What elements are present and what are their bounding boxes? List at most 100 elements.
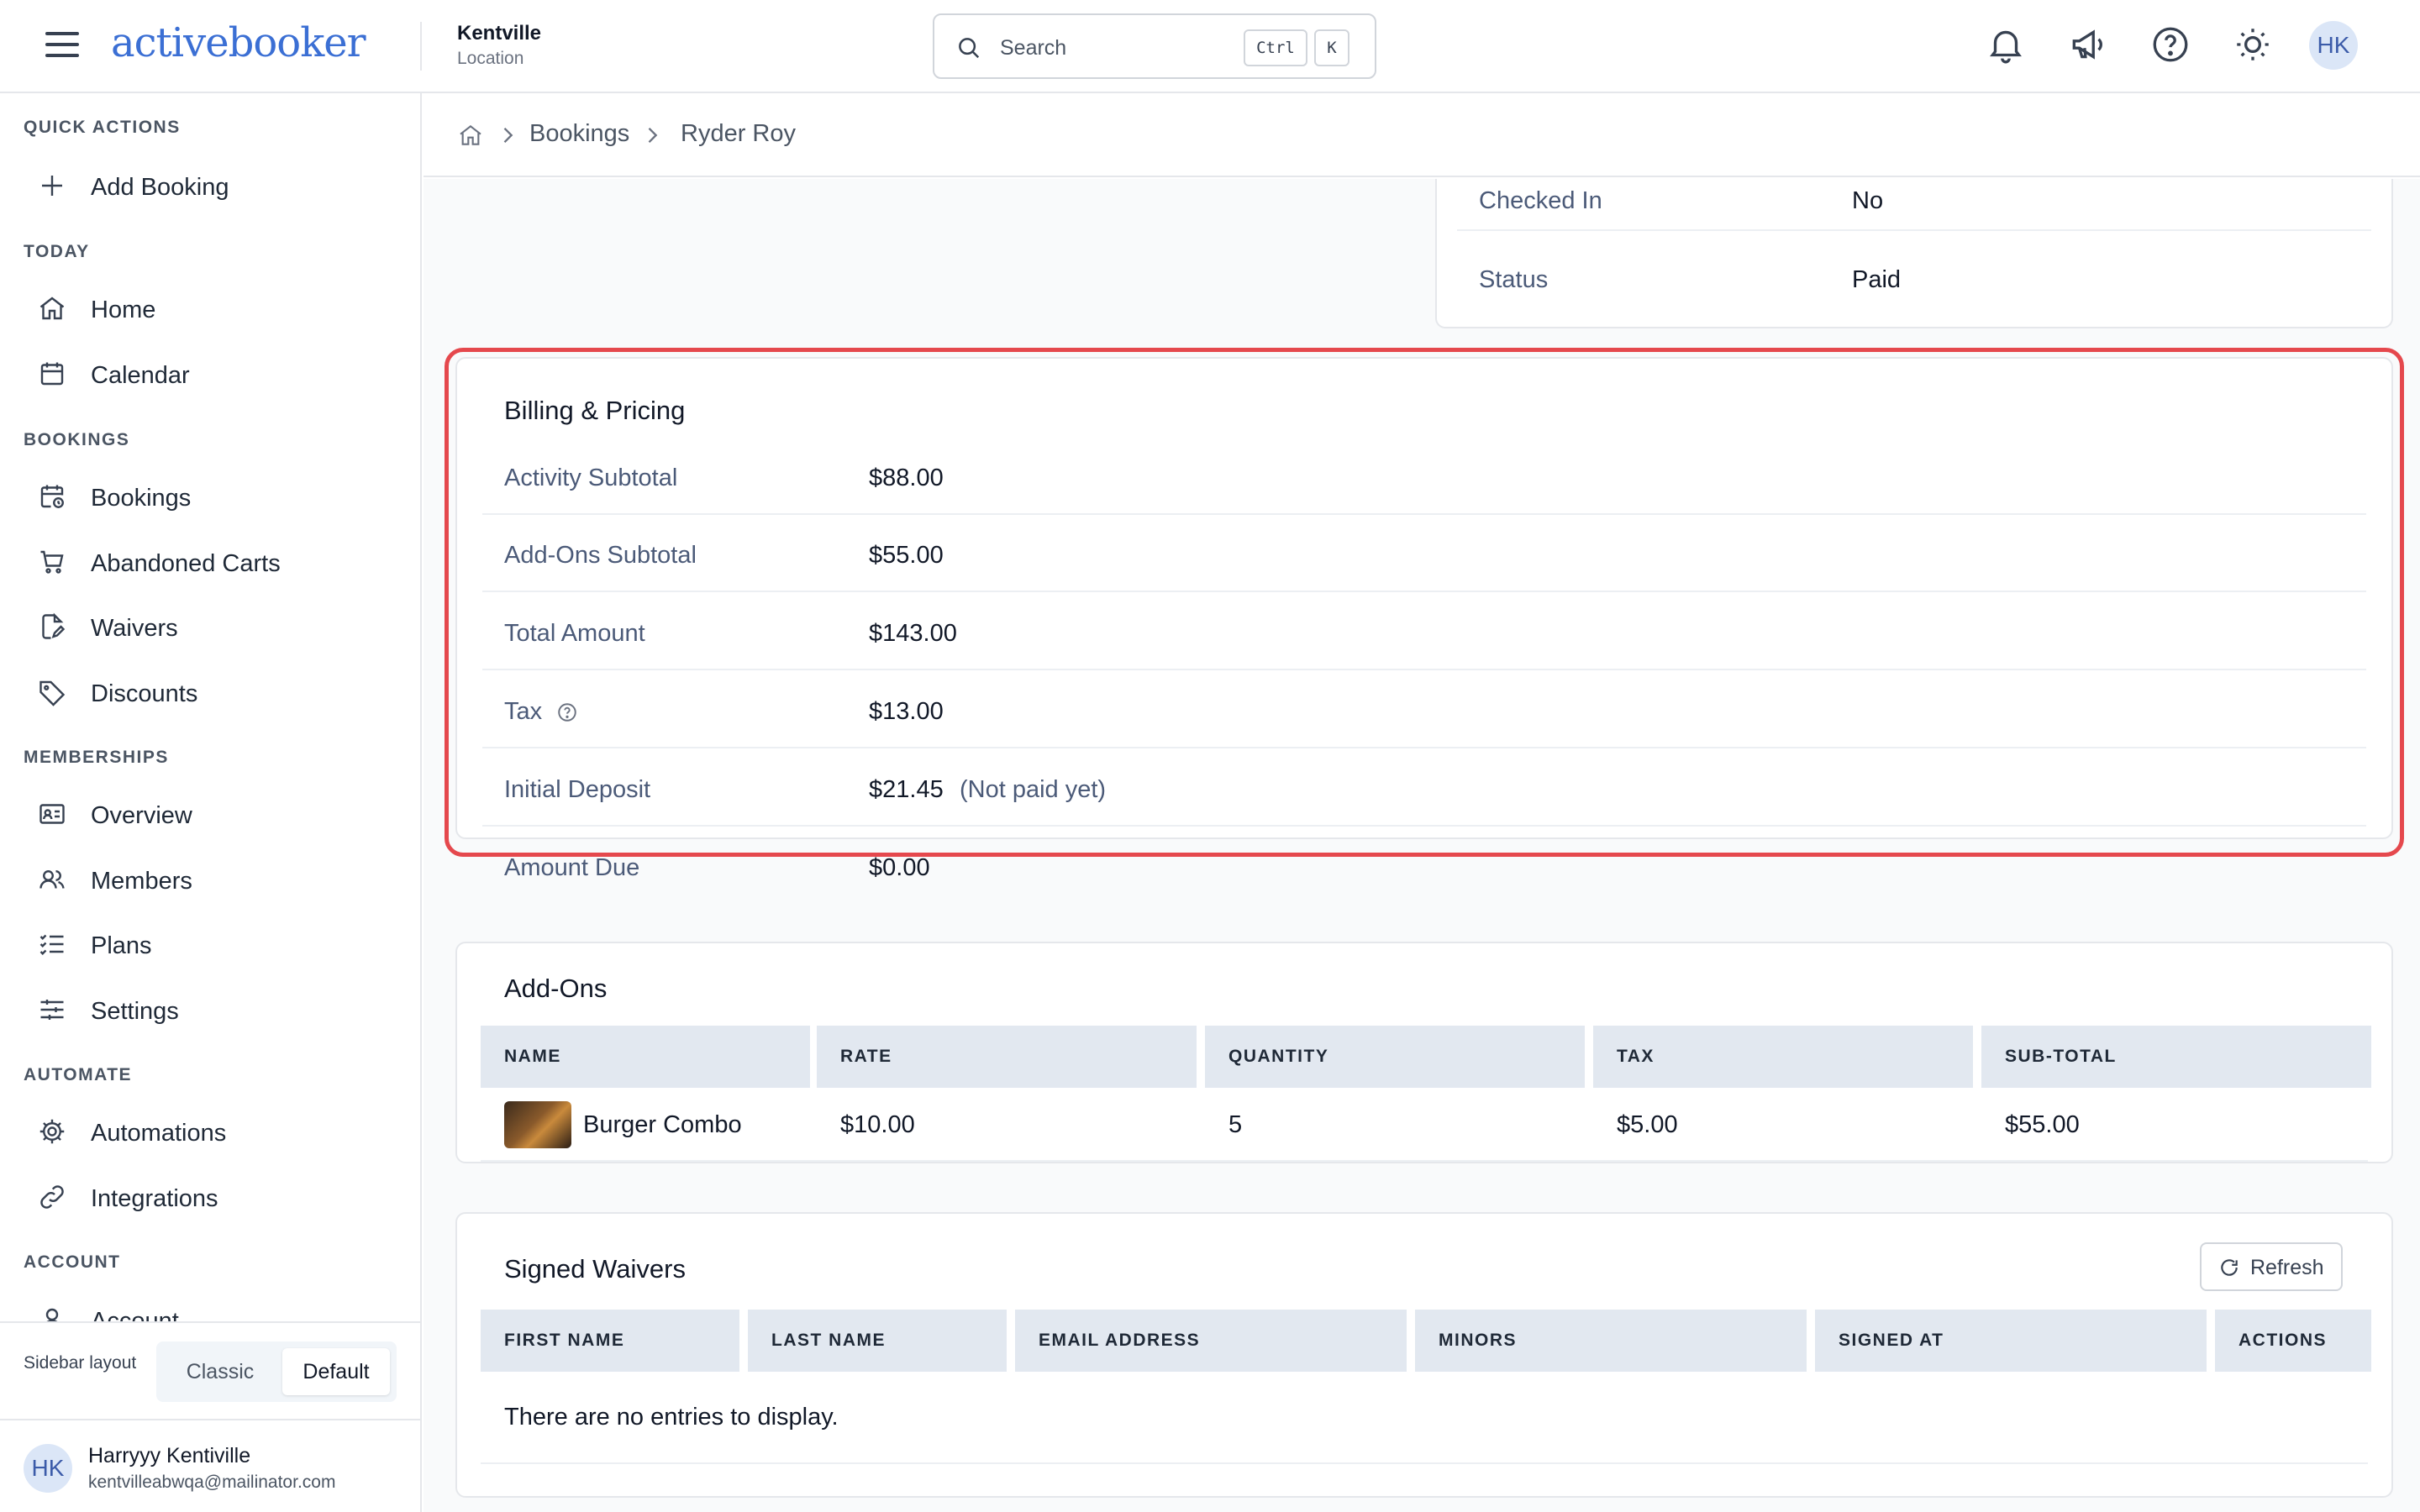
column-header-last-name[interactable]: LAST NAME — [748, 1310, 1007, 1372]
sidebar-item-waivers[interactable]: Waivers — [37, 601, 398, 652]
sidebar-item-automations[interactable]: Automations — [37, 1106, 398, 1157]
sidebar-layout-switcher: Sidebar layout Classic Default — [0, 1321, 420, 1419]
field-label: Status — [1479, 266, 1549, 293]
column-header-rate[interactable]: RATE — [817, 1026, 1197, 1088]
column-header-name[interactable]: NAME — [481, 1026, 810, 1088]
section-bookings: BOOKINGS — [24, 430, 130, 449]
addon-rate: $10.00 — [840, 1111, 915, 1138]
column-header-subtotal[interactable]: SUB-TOTAL — [1981, 1026, 2371, 1088]
sidebar-user[interactable]: HK Harryyy Kentiville kentvilleabwqa@mai… — [0, 1419, 420, 1512]
app-logo[interactable]: activebooker — [111, 13, 366, 72]
sidebar-item-plans[interactable]: Plans — [37, 919, 398, 969]
breadcrumb-bookings[interactable]: Bookings — [529, 120, 629, 148]
menu-icon[interactable] — [45, 32, 79, 57]
sidebar-item-account[interactable]: Account — [37, 1294, 398, 1321]
plus-icon — [42, 176, 62, 196]
field-label: Amount Due — [504, 854, 640, 881]
sidebar-item-label: Abandoned Carts — [91, 550, 281, 577]
sidebar-item-label: Account — [91, 1308, 179, 1321]
user-name: Harryyy Kentiville — [88, 1444, 251, 1467]
user-avatar[interactable]: HK — [2309, 21, 2358, 70]
sidebar-item-label: Home — [91, 297, 156, 323]
id-card-icon — [39, 804, 65, 824]
sidebar-item-overview[interactable]: Overview — [37, 789, 398, 839]
burger-thumbnail — [504, 1101, 571, 1148]
addons-title: Add-Ons — [504, 974, 608, 1003]
sidebar-item-settings[interactable]: Settings — [37, 984, 398, 1035]
waivers-table-header: FIRST NAME LAST NAME EMAIL ADDRESS MINOR… — [481, 1310, 2371, 1372]
empty-state-text: There are no entries to display. — [504, 1404, 839, 1431]
refresh-label: Refresh — [2250, 1256, 2324, 1279]
section-quick-actions: QUICK ACTIONS — [24, 118, 181, 137]
column-header-actions[interactable]: ACTIONS — [2215, 1310, 2371, 1372]
table-row: Burger Combo $10.00 5 $5.00 $55.00 — [481, 1088, 2368, 1162]
field-value: No — [1852, 187, 1884, 214]
bell-icon[interactable] — [1985, 24, 2027, 66]
gear-icon — [39, 1119, 65, 1144]
sidebar-item-label: Plans — [91, 932, 152, 959]
addon-tax: $5.00 — [1617, 1111, 1678, 1138]
section-memberships: MEMBERSHIPS — [24, 748, 169, 767]
column-header-email[interactable]: EMAIL ADDRESS — [1015, 1310, 1407, 1372]
column-header-first-name[interactable]: FIRST NAME — [481, 1310, 739, 1372]
sidebar-item-label: Calendar — [91, 362, 190, 389]
field-value: $0.00 — [869, 854, 930, 881]
addons-table-header: NAME RATE QUANTITY TAX SUB-TOTAL — [481, 1026, 2371, 1088]
search-icon — [959, 38, 980, 59]
addons-card: Add-Ons NAME RATE QUANTITY TAX SUB-TOTAL… — [455, 942, 2393, 1163]
column-header-quantity[interactable]: QUANTITY — [1205, 1026, 1585, 1088]
user-icon — [45, 1308, 59, 1321]
sidebar-item-home[interactable]: Home — [37, 283, 398, 333]
help-icon[interactable] — [2149, 24, 2191, 66]
home-icon[interactable] — [457, 122, 484, 149]
sidebar-item-add-booking[interactable]: Add Booking — [37, 160, 398, 211]
sidebar-item-abandoned-carts[interactable]: Abandoned Carts — [37, 537, 398, 587]
addon-name: Burger Combo — [583, 1111, 742, 1138]
checklist-icon — [39, 934, 64, 955]
addon-subtotal: $55.00 — [2005, 1111, 2080, 1138]
booking-status-card: Checked In No Status Paid — [1435, 179, 2393, 328]
tag-icon — [39, 680, 66, 706]
sidebar-item-label: Automations — [91, 1120, 227, 1147]
column-header-minors[interactable]: MINORS — [1415, 1310, 1807, 1372]
location-name[interactable]: Kentville — [457, 22, 541, 45]
layout-toggle: Classic Default — [156, 1341, 397, 1402]
search-bar[interactable]: Search Ctrl K — [933, 13, 1376, 79]
megaphone-icon[interactable] — [2067, 24, 2109, 66]
avatar: HK — [24, 1444, 72, 1493]
column-header-tax[interactable]: TAX — [1593, 1026, 1973, 1088]
cart-icon — [40, 550, 64, 574]
layout-option-classic[interactable]: Classic — [163, 1348, 277, 1395]
sidebar: QUICK ACTIONS Add Booking TODAY Home Cal… — [0, 93, 422, 1512]
link-icon — [40, 1185, 64, 1209]
sidebar-item-label: Waivers — [91, 615, 178, 642]
field-value: Paid — [1852, 266, 1902, 293]
column-header-signed-at[interactable]: SIGNED AT — [1815, 1310, 2207, 1372]
chevron-right-icon — [503, 128, 513, 143]
sidebar-item-label: Discounts — [91, 680, 198, 707]
home-icon — [39, 297, 65, 320]
layout-option-default[interactable]: Default — [282, 1348, 390, 1395]
sidebar-item-bookings[interactable]: Bookings — [37, 471, 398, 522]
section-automate: AUTOMATE — [24, 1065, 133, 1084]
shortcut-ctrl-key: Ctrl — [1244, 29, 1307, 66]
status-row-checked-in: Checked In No — [1457, 179, 2371, 231]
breadcrumb: Bookings Ryder Roy — [424, 93, 2420, 177]
sidebar-item-label: Overview — [91, 802, 192, 829]
waivers-card: Signed Waivers Refresh FIRST NAME LAST N… — [455, 1212, 2393, 1498]
section-account: ACCOUNT — [24, 1252, 121, 1272]
main-content: Checked In No Status Paid Billing & Pric… — [424, 179, 2420, 1512]
sidebar-item-discounts[interactable]: Discounts — [37, 667, 398, 717]
sidebar-item-integrations[interactable]: Integrations — [37, 1172, 398, 1222]
table-empty-row: There are no entries to display. — [481, 1372, 2368, 1464]
shortcut-k-key: K — [1314, 29, 1349, 66]
sidebar-item-members[interactable]: Members — [37, 854, 398, 905]
search-placeholder: Search — [1000, 36, 1067, 60]
field-label: Checked In — [1479, 187, 1602, 214]
sun-icon[interactable] — [2232, 24, 2274, 66]
calendar-icon — [40, 362, 64, 386]
refresh-button[interactable]: Refresh — [2200, 1242, 2343, 1291]
calendar-clock-icon — [40, 485, 64, 508]
sidebar-item-calendar[interactable]: Calendar — [37, 349, 398, 399]
addon-quantity: 5 — [1228, 1111, 1243, 1138]
